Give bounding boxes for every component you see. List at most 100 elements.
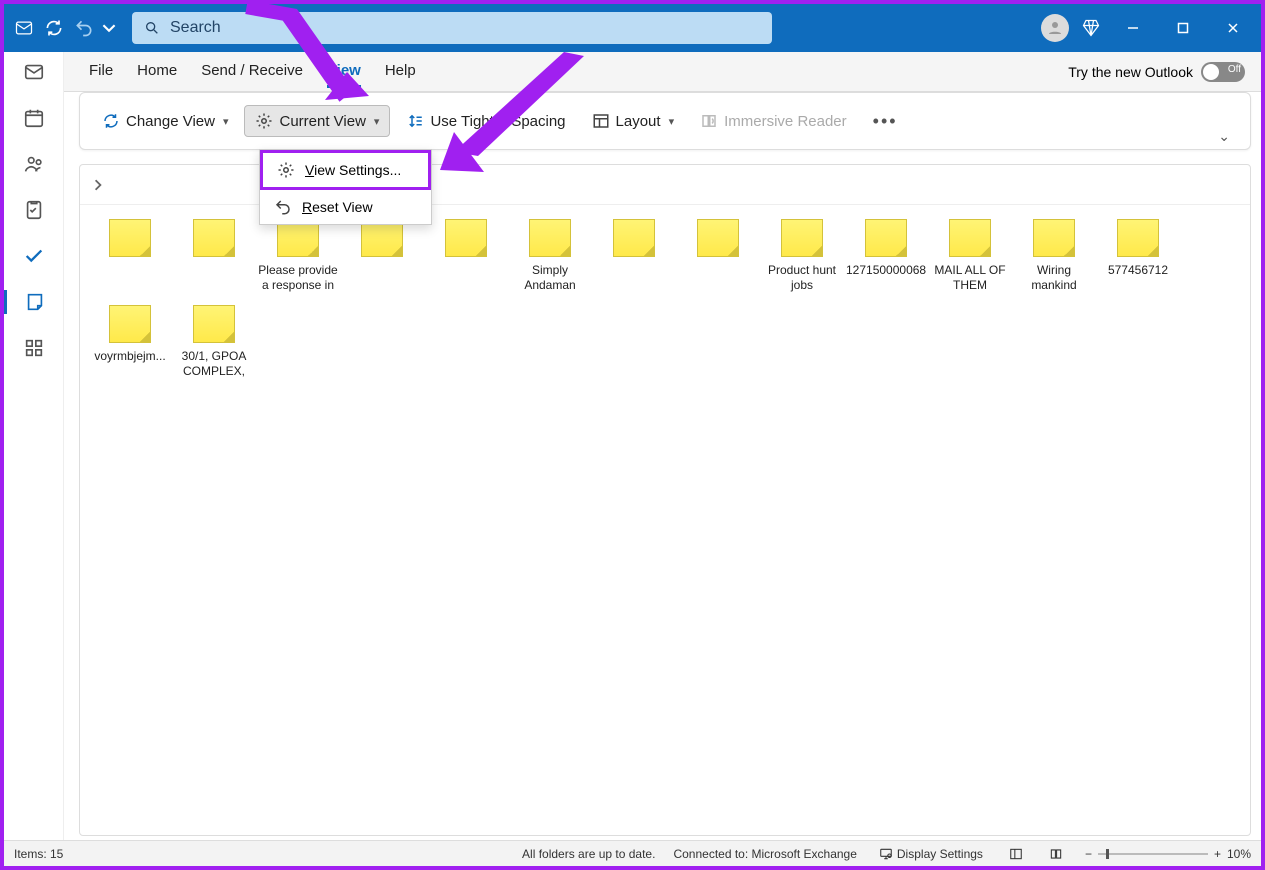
display-settings-button[interactable]: Display Settings [875,845,987,863]
zoom-minus-icon[interactable]: − [1085,847,1092,861]
change-view-label: Change View [126,113,215,130]
search-placeholder: Search [170,19,221,37]
minimize-button[interactable] [1113,12,1153,44]
reset-view-menu-item[interactable]: Reset View [260,190,431,224]
calendar-icon[interactable] [22,106,46,130]
view-reading-button[interactable] [1045,845,1067,863]
note-item[interactable]: 1271500000689 [844,215,928,301]
search-input[interactable]: Search [132,12,772,44]
title-bar-right [1041,12,1253,44]
note-item[interactable]: Wiring mankind [1012,215,1096,301]
search-icon [144,20,160,36]
status-connected: Connected to: Microsoft Exchange [673,847,856,861]
sticky-note-icon [613,219,655,257]
sticky-note-icon [445,219,487,257]
note-item[interactable] [592,215,676,301]
sticky-note-icon [865,219,907,257]
sticky-note-icon [109,305,151,343]
left-nav-rail [4,52,64,840]
menu-tabs: File Home Send / Receive View Help Try t… [4,52,1261,92]
note-item-label: 1271500000689 [846,263,926,278]
note-item[interactable] [676,215,760,301]
note-item[interactable]: Please provide a response in a [256,215,340,301]
tighter-spacing-button[interactable]: Use Tighter Spacing [396,106,575,136]
tab-file[interactable]: File [89,56,113,88]
view-settings-menu-item[interactable]: View Settings... [260,150,431,190]
display-settings-label: Display Settings [897,847,983,861]
sync-icon[interactable] [42,16,66,40]
note-item-label: Please provide a response in a [258,263,338,293]
note-item-label: 30/1, GPOA COMPLEX, [174,349,254,379]
ribbon-more-button[interactable]: ••• [863,105,908,138]
current-view-label: Current View [279,113,365,130]
chevron-right-icon [92,179,104,191]
immersive-reader-label: Immersive Reader [724,113,847,130]
title-bar: Search [4,4,1261,52]
note-item[interactable] [424,215,508,301]
layout-button[interactable]: Layout▾ [582,106,685,136]
items-grid: Please provide a response in a Simply And… [80,205,1250,397]
sticky-note-icon [529,219,571,257]
maximize-button[interactable] [1163,12,1203,44]
avatar[interactable] [1041,14,1069,42]
zoom-plus-icon[interactable]: + [1214,847,1221,861]
status-sync: All folders are up to date. [522,847,655,861]
tab-send-receive[interactable]: Send / Receive [201,56,303,88]
current-view-button[interactable]: Current View▾ [244,105,390,137]
diamond-icon[interactable] [1079,16,1103,40]
note-item[interactable] [340,215,424,301]
mail-icon[interactable] [22,60,46,84]
undo-icon[interactable] [72,16,96,40]
sticky-note-icon [193,219,235,257]
people-icon[interactable] [22,152,46,176]
status-bar: Items: 15 All folders are up to date. Co… [4,840,1261,866]
tab-home[interactable]: Home [137,56,177,88]
note-item-label: Simply Andaman [510,263,590,293]
view-normal-button[interactable] [1005,845,1027,863]
note-item-label: Product hunt jobs [762,263,842,293]
try-new-label: Try the new Outlook [1068,64,1193,80]
zoom-level: 10% [1227,847,1251,861]
note-item[interactable] [172,215,256,301]
qat-dropdown-icon[interactable] [102,16,116,40]
close-button[interactable] [1213,12,1253,44]
current-view-dropdown: View Settings... Reset View [259,149,432,225]
tasks-icon[interactable] [22,198,46,222]
todo-icon[interactable] [22,244,46,268]
change-view-button[interactable]: Change View▾ [92,106,238,136]
sticky-note-icon [1033,219,1075,257]
note-item[interactable]: 30/1, GPOA COMPLEX, [172,301,256,387]
layout-label: Layout [616,113,661,130]
note-item[interactable]: Product hunt jobs [760,215,844,301]
note-item-label: 577456712 [1108,263,1168,278]
sticky-note-icon [193,305,235,343]
tab-view[interactable]: View [327,56,361,88]
note-item-label: MAIL ALL OF THEM [930,263,1010,293]
zoom-control[interactable]: − + 10% [1085,847,1251,861]
immersive-reader-button: Immersive Reader [690,106,857,136]
try-new-outlook: Try the new Outlook [1068,62,1245,82]
note-item[interactable] [88,215,172,301]
outlook-icon[interactable] [12,16,36,40]
note-item[interactable]: 577456712 [1096,215,1180,301]
tighter-spacing-label: Use Tighter Spacing [430,113,565,130]
try-new-toggle[interactable] [1201,62,1245,82]
apps-icon[interactable] [22,336,46,360]
zoom-slider[interactable] [1098,853,1208,855]
note-item-label: voyrmbjejm... [94,349,165,364]
note-item[interactable]: Simply Andaman [508,215,592,301]
sticky-note-icon [949,219,991,257]
note-item[interactable]: voyrmbjejm... [88,301,172,387]
note-item-label: Wiring mankind [1014,263,1094,293]
title-bar-left [12,16,116,40]
notes-icon[interactable] [4,290,63,314]
ribbon-collapse-button[interactable]: ⌄ [1210,124,1238,149]
sticky-note-icon [697,219,739,257]
reset-view-label: Reset View [302,199,373,215]
sticky-note-icon [781,219,823,257]
sticky-note-icon [1117,219,1159,257]
tab-help[interactable]: Help [385,56,416,88]
note-item[interactable]: MAIL ALL OF THEM [928,215,1012,301]
ribbon: Change View▾ Current View▾ Use Tighter S… [79,92,1251,150]
folder-expand-button[interactable] [80,165,1250,205]
